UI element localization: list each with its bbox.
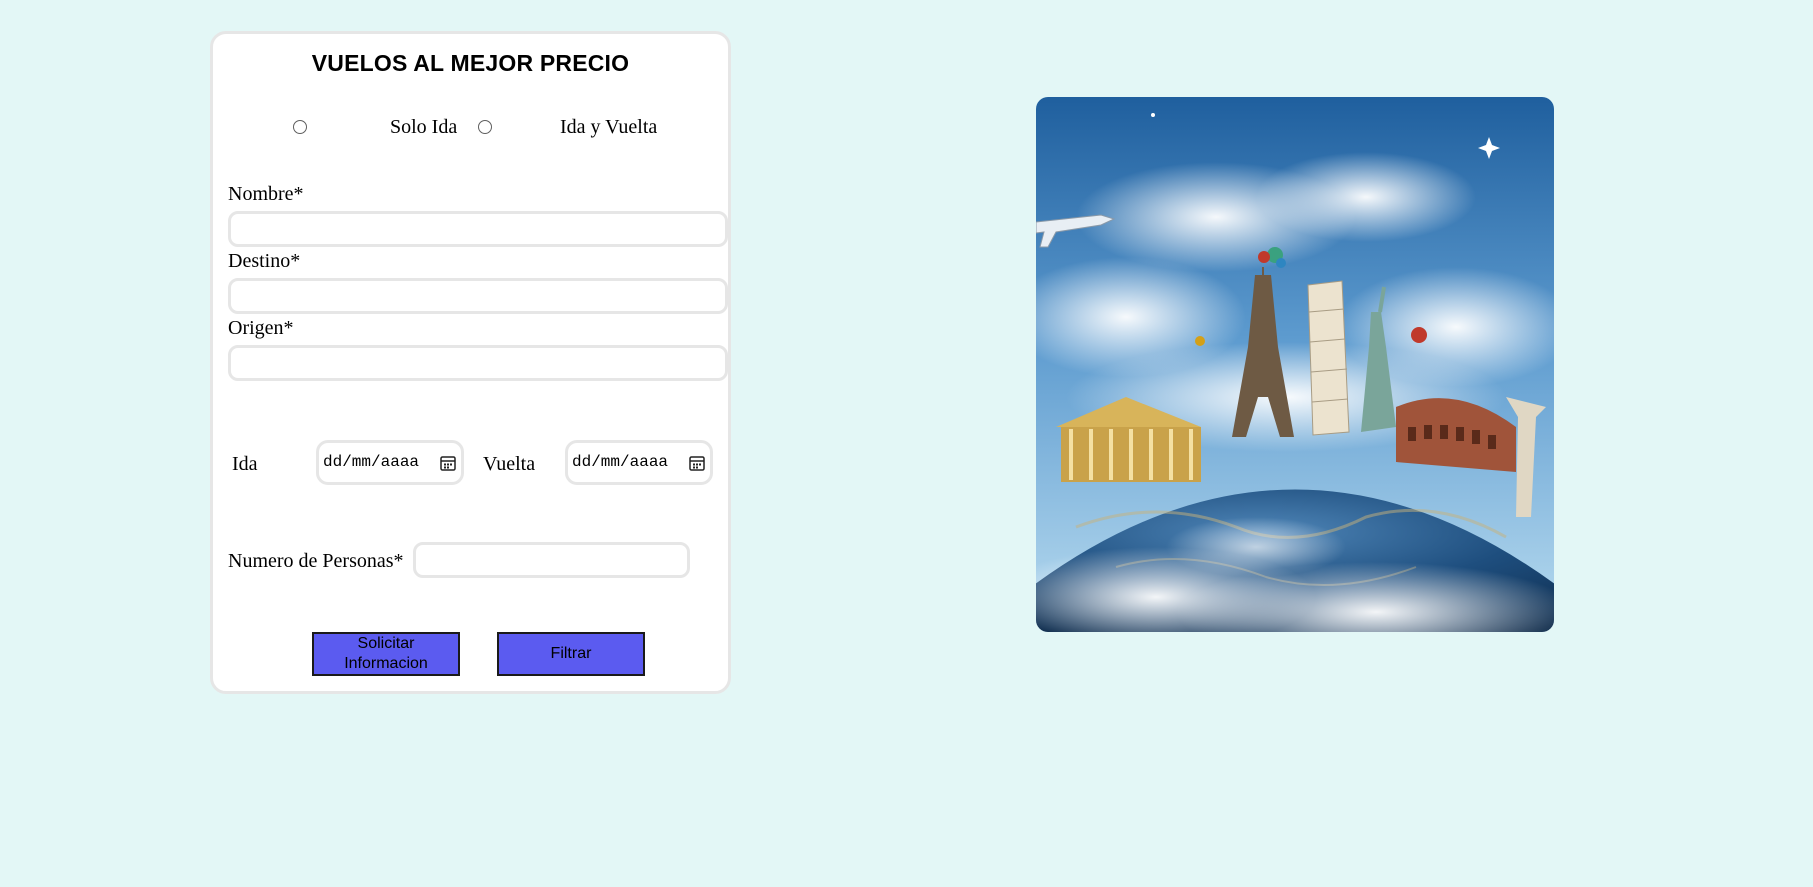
vuelta-date-input[interactable]: dd/mm/aaaa [565,440,713,485]
solicitar-informacion-button[interactable]: Solicitar Informacion [312,632,460,676]
radio-ida-y-vuelta[interactable] [478,120,492,134]
label-ida: Ida [232,453,258,475]
filtrar-button-label: Filtrar [550,645,592,662]
origen-input[interactable] [228,345,728,381]
filtrar-button[interactable]: Filtrar [497,632,645,676]
page: VUELOS AL MEJOR PRECIO Solo Ida Ida y Vu… [0,0,1813,887]
vuelta-date-placeholder: dd/mm/aaaa [572,453,669,471]
flight-form-card: VUELOS AL MEJOR PRECIO Solo Ida Ida y Vu… [210,31,731,694]
label-solo-ida: Solo Ida [390,116,458,138]
numero-personas-input[interactable] [413,542,690,578]
label-ida-y-vuelta: Ida y Vuelta [560,116,658,138]
label-numero-personas: Numero de Personas* [228,550,404,572]
nombre-input[interactable] [228,211,728,247]
globe-landmarks-illustration [1036,97,1554,632]
label-nombre: Nombre* [228,183,304,205]
label-vuelta: Vuelta [483,453,536,475]
radio-solo-ida[interactable] [293,120,307,134]
ida-date-input[interactable]: dd/mm/aaaa [316,440,464,485]
label-origen: Origen* [228,317,294,339]
solicitar-button-line1: Solicitar [357,635,415,652]
calendar-icon[interactable] [439,454,457,472]
form-title: VUELOS AL MEJOR PRECIO [311,50,630,76]
solicitar-button-line2: Informacion [344,655,428,672]
destino-input[interactable] [228,278,728,314]
ida-date-placeholder: dd/mm/aaaa [323,453,420,471]
label-destino: Destino* [228,250,301,272]
calendar-icon[interactable] [688,454,706,472]
world-landmarks-image [1036,97,1554,632]
